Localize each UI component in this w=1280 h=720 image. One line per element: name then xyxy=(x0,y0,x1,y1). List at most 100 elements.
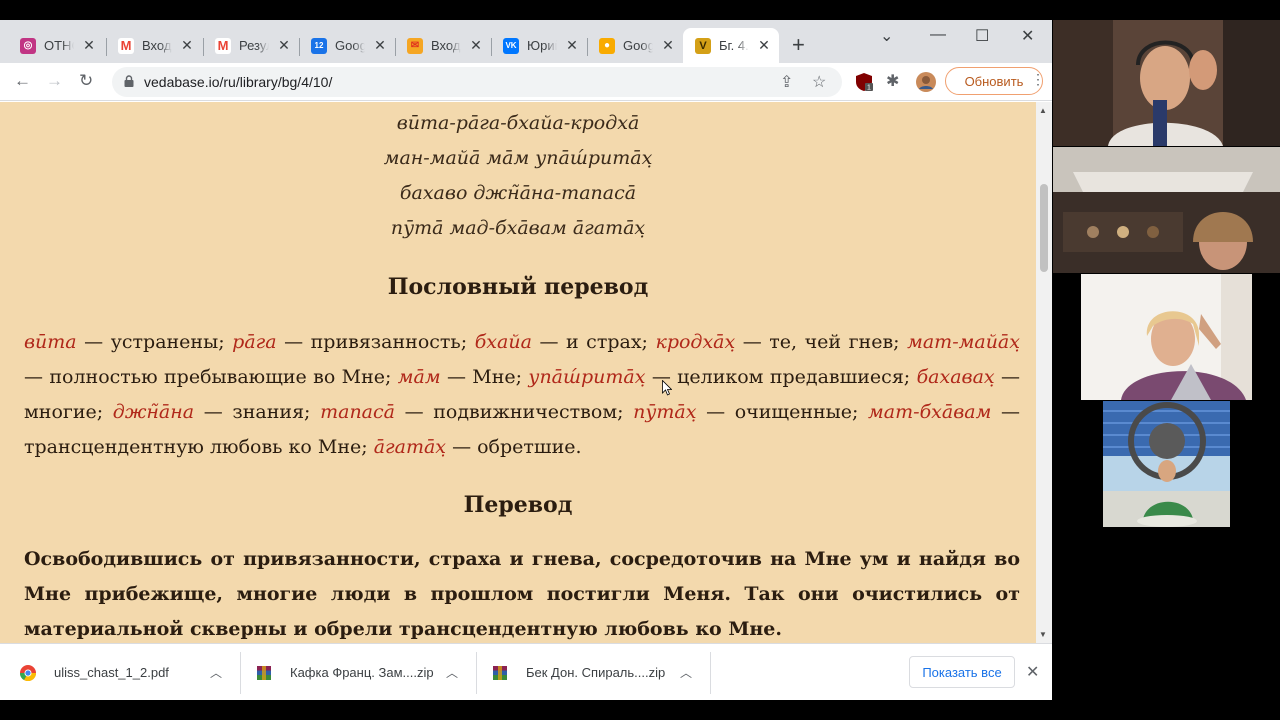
sanskrit-word[interactable]: мат-майа̄х̣ xyxy=(907,331,1020,353)
download-item[interactable]: Кафка Франц. Зам....zip ︿ xyxy=(256,644,476,700)
sanskrit-word[interactable]: ра̄га xyxy=(232,331,276,353)
synonyms-heading: Пословный перевод xyxy=(387,274,649,300)
tab-gmail-results[interactable]: M Результаты ✕ xyxy=(203,28,299,63)
tab-title: Результаты xyxy=(239,38,269,53)
participant-2-thumbnail xyxy=(1053,147,1280,273)
url-text: vedabase.io/ru/library/bg/4/10/ xyxy=(144,74,333,90)
extensions-puzzle-icon[interactable]: ✱ xyxy=(886,71,899,91)
sanskrit-word[interactable]: а̄гата̄х̣ xyxy=(374,436,446,458)
close-icon[interactable]: ✕ xyxy=(469,37,483,54)
word-meaning: — обретшие. xyxy=(446,436,582,458)
word-meaning: — те, чей гнев; xyxy=(735,331,908,353)
download-item[interactable]: uliss_chast_1_2.pdf ︿ xyxy=(20,644,240,700)
word-meaning: — Мне; xyxy=(440,366,529,388)
browser-window: ◎ ОТНОШЕНИЯ ✕ M Входящие ✕ M Результаты … xyxy=(0,20,1052,700)
instagram-icon: ◎ xyxy=(20,37,36,54)
share-icon[interactable]: ⇪ xyxy=(780,72,793,92)
participant-video-3[interactable] xyxy=(1081,274,1252,400)
sanskrit-word[interactable]: джн̃а̄на xyxy=(113,401,194,423)
close-icon[interactable]: ✕ xyxy=(661,37,675,54)
scroll-down-icon[interactable]: ▼ xyxy=(1039,630,1047,639)
close-icon[interactable]: ✕ xyxy=(180,37,194,54)
menu-kebab-icon[interactable]: ⋮ xyxy=(1031,71,1045,88)
translation-heading: Перевод xyxy=(463,492,573,518)
tab-vedabase[interactable]: V Бг. 4.10 ✕ xyxy=(683,28,779,63)
show-all-downloads-button[interactable]: Показать все xyxy=(909,656,1015,688)
tab-gmail-inbox[interactable]: M Входящие ✕ xyxy=(106,28,202,63)
close-icon[interactable]: ✕ xyxy=(277,37,291,54)
chrome-pdf-icon xyxy=(20,664,36,681)
chevron-up-icon[interactable]: ︿ xyxy=(446,664,458,681)
update-button[interactable]: Обновить xyxy=(945,67,1043,95)
tab-google-keep[interactable]: ● Google Keep ✕ xyxy=(587,28,683,63)
browser-toolbar: ← → ↻ vedabase.io/ru/library/bg/4/10/ ⇪ … xyxy=(0,63,1052,101)
participant-video-2[interactable] xyxy=(1053,147,1280,273)
reload-icon[interactable]: ↻ xyxy=(79,71,93,91)
tab-title: ОТНОШЕНИЯ xyxy=(44,38,74,53)
divider xyxy=(240,652,241,694)
close-icon[interactable]: ✕ xyxy=(373,37,387,54)
download-filename: uliss_chast_1_2.pdf xyxy=(54,665,169,680)
tab-google-calendar[interactable]: 12 Google Календарь ✕ xyxy=(299,28,395,63)
close-downloads-icon[interactable]: ✕ xyxy=(1026,662,1039,682)
word-meaning: — и страх; xyxy=(531,331,656,353)
page-content: вӣта-ра̄га-бхайа-кродха̄ ман-майа̄ ма̄м … xyxy=(0,102,1036,643)
translation-paragraph: Освободившись от привязанности, страха и… xyxy=(24,548,1020,640)
vedabase-icon: V xyxy=(695,37,711,54)
sanskrit-word[interactable]: мат-бха̄вам xyxy=(868,401,991,423)
bookmark-star-icon[interactable]: ☆ xyxy=(812,72,826,92)
download-item[interactable]: Бек Дон. Спираль....zip ︿ xyxy=(492,644,710,700)
sanskrit-word[interactable]: бхайа xyxy=(475,331,532,353)
chevron-up-icon[interactable]: ︿ xyxy=(210,664,222,681)
keep-icon: ● xyxy=(599,37,615,54)
tab-vk[interactable]: VK Юрий ✕ xyxy=(491,28,587,63)
sanskrit-word[interactable]: бахавах̣ xyxy=(917,366,995,388)
sanskrit-word[interactable]: тапаса̄ xyxy=(320,401,395,423)
download-filename: Кафка Франц. Зам....zip xyxy=(290,665,434,680)
tab-yandex-mail[interactable]: ✉ Входящие ✕ xyxy=(395,28,491,63)
yandex-mail-icon: ✉ xyxy=(407,37,423,54)
close-window-icon[interactable]: ✕ xyxy=(1021,26,1034,46)
lock-icon[interactable] xyxy=(124,75,134,87)
word-meaning: — целиком предавшиеся; xyxy=(645,366,917,388)
download-filename: Бек Дон. Спираль....zip xyxy=(526,665,666,680)
verse-line: бахаво джн̃а̄на-тапаса̄ xyxy=(399,182,637,204)
svg-text:1: 1 xyxy=(867,85,871,92)
minimize-icon[interactable]: — xyxy=(930,26,946,44)
ublock-extension-icon[interactable]: 1 xyxy=(854,72,874,92)
scroll-up-icon[interactable]: ▲ xyxy=(1039,106,1047,115)
winrar-icon xyxy=(257,665,271,680)
address-bar[interactable]: vedabase.io/ru/library/bg/4/10/ ⇪ ☆ xyxy=(112,67,842,97)
tab-search-icon[interactable]: ⌄ xyxy=(880,26,893,46)
synonyms-paragraph: вӣта — устранены; ра̄га — привязанность;… xyxy=(24,325,1020,465)
word-meaning: — подвижничеством; xyxy=(394,401,634,423)
mouse-cursor-icon xyxy=(662,380,672,396)
divider xyxy=(476,652,477,694)
tab-instagram[interactable]: ◎ ОТНОШЕНИЯ ✕ xyxy=(8,28,104,63)
profile-avatar-icon[interactable] xyxy=(916,72,936,92)
tab-title: Google Keep xyxy=(623,38,653,53)
participant-video-4[interactable] xyxy=(1103,401,1230,527)
maximize-icon[interactable]: ☐ xyxy=(975,26,989,46)
scrollbar-thumb[interactable] xyxy=(1040,184,1048,272)
sanskrit-word[interactable]: кродха̄х̣ xyxy=(655,331,735,353)
sanskrit-word[interactable]: ма̄м xyxy=(398,366,441,388)
word-meaning: — очищенные; xyxy=(696,401,869,423)
close-icon[interactable]: ✕ xyxy=(565,37,579,54)
participant-video-1[interactable] xyxy=(1053,20,1280,146)
downloads-bar: uliss_chast_1_2.pdf ︿ Кафка Франц. Зам..… xyxy=(0,643,1052,700)
divider xyxy=(710,652,711,694)
verse-line: пӯта̄ мад-бха̄вам а̄гата̄х̣ xyxy=(390,217,646,239)
forward-icon[interactable]: → xyxy=(46,71,63,91)
close-icon[interactable]: ✕ xyxy=(82,37,96,54)
page-scrollbar[interactable]: ▲ ▼ xyxy=(1036,102,1052,643)
sanskrit-word[interactable]: упа̄ш́рита̄х̣ xyxy=(528,366,645,388)
back-icon[interactable]: ← xyxy=(14,71,31,91)
new-tab-button[interactable]: + xyxy=(792,34,805,56)
sanskrit-word[interactable]: пӯта̄х̣ xyxy=(633,401,696,423)
participant-1-thumbnail xyxy=(1053,20,1280,146)
chevron-up-icon[interactable]: ︿ xyxy=(680,664,692,681)
sanskrit-word[interactable]: вӣта xyxy=(24,331,77,353)
close-icon[interactable]: ✕ xyxy=(757,37,771,54)
winrar-icon xyxy=(493,665,507,680)
